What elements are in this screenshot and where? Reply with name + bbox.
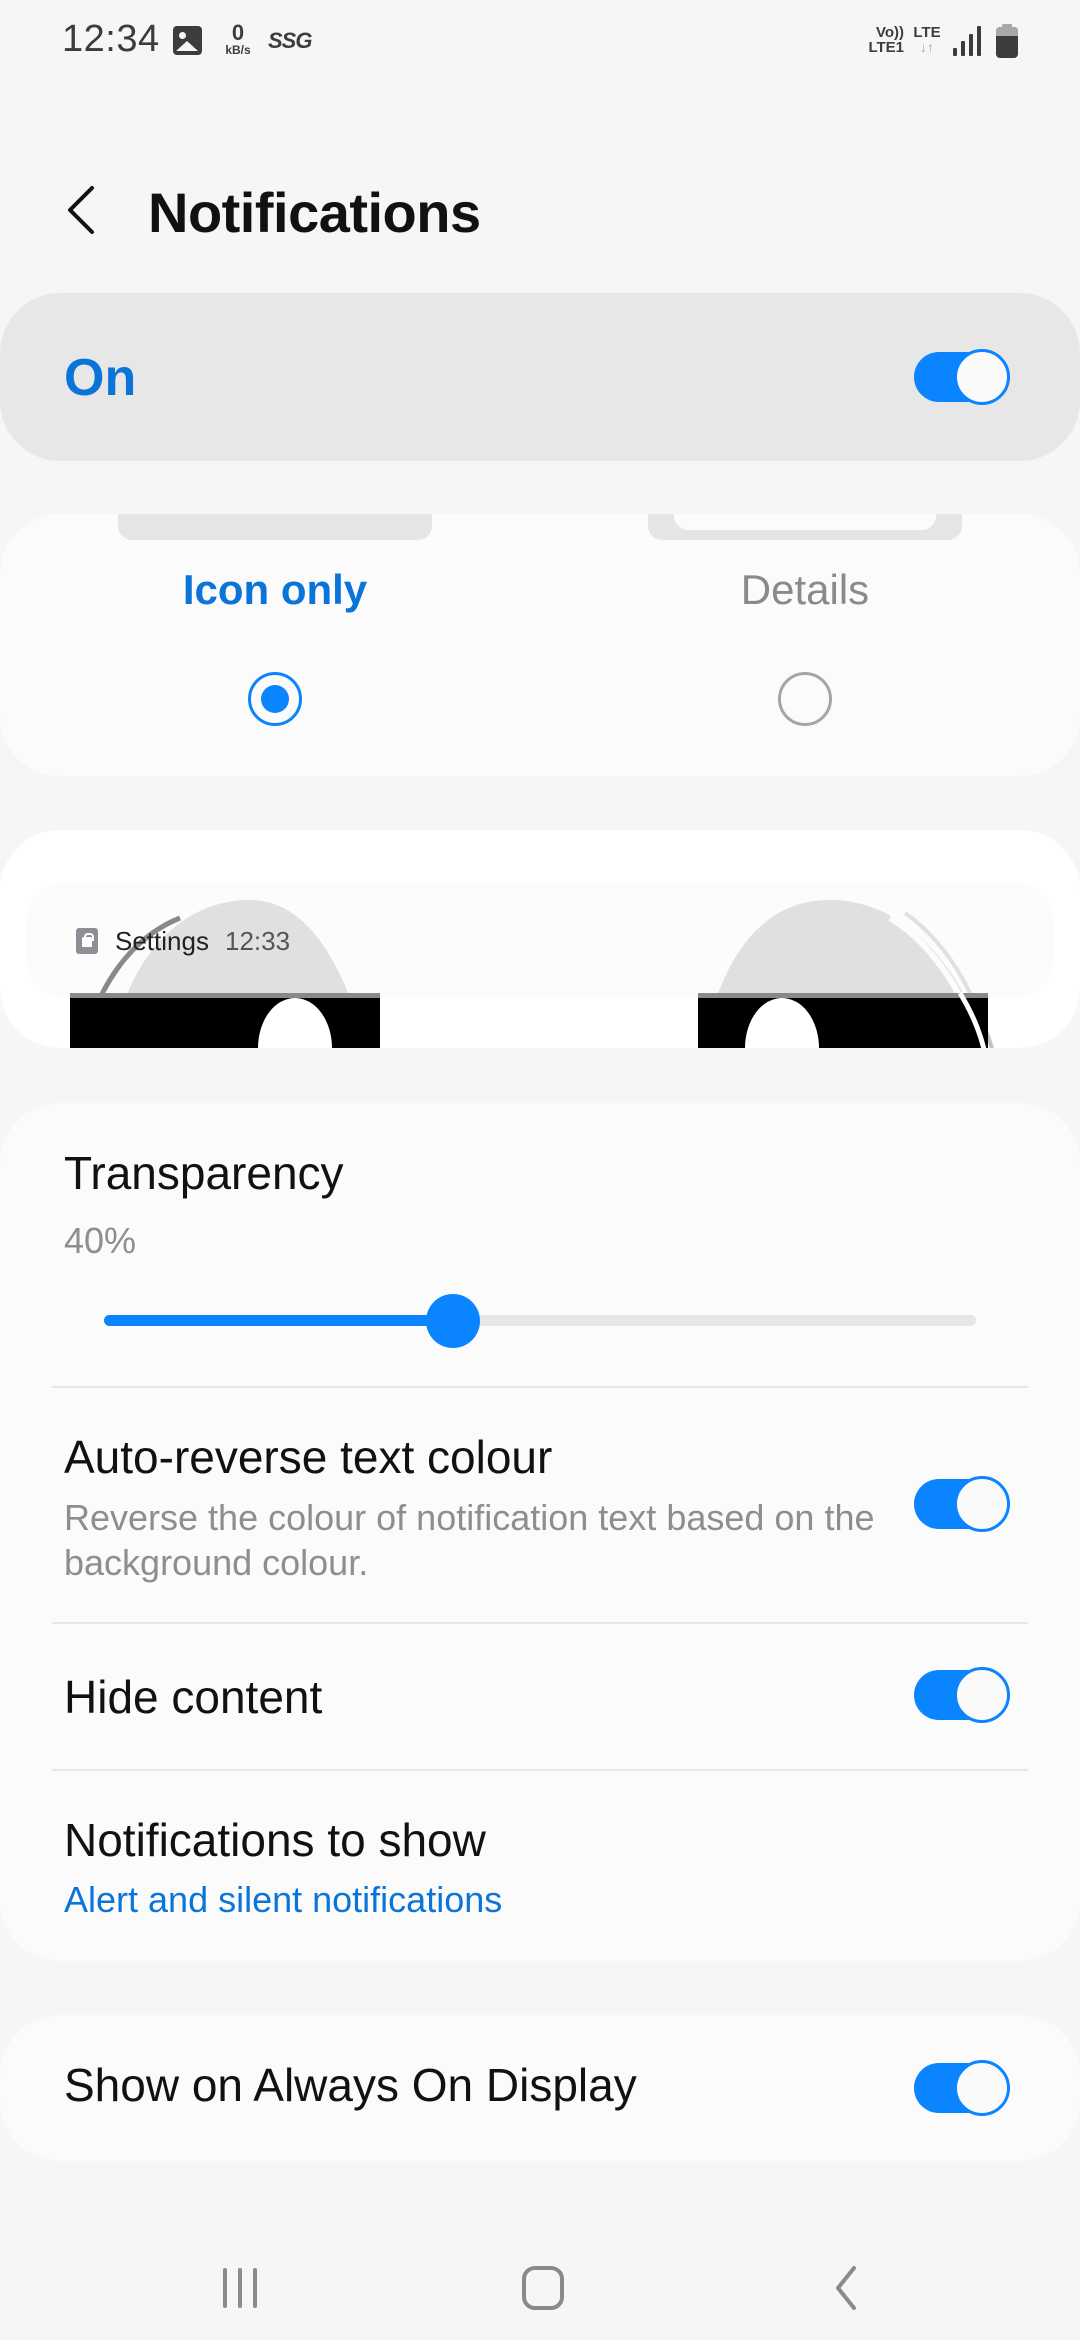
icon-only-preview-thumbnail[interactable] [118,514,432,540]
hide-content-toggle[interactable] [912,1667,1010,1723]
notification-style-card: Icon only Details [0,514,1080,776]
data-activity-arrows: ↓↑ [920,39,934,55]
notifications-to-show-value: Alert and silent notifications [64,1879,503,1920]
signal-icon [953,26,983,56]
volte-icon: Vo)) LTE1 [860,25,904,55]
divider [52,1769,1028,1771]
lock-screen-preview: Settings 12:33 [0,830,1080,1048]
auto-reverse-toggle[interactable] [912,1476,1010,1532]
option-icon-only-label[interactable]: Icon only [125,566,425,614]
page-title: Notifications [148,181,481,244]
back-nav-button[interactable] [806,2258,886,2318]
transparency-title: Transparency [64,1147,344,1199]
navigation-bar [0,2220,1080,2340]
lte-data-icon: LTE ↓↑ [910,25,944,55]
lock-icon [76,928,98,954]
details-preview-thumbnail[interactable] [648,514,962,540]
recents-button[interactable] [200,2258,280,2318]
radio-details[interactable] [778,672,832,726]
app-bar: Notifications [0,150,1080,270]
recents-icon [223,2268,257,2308]
aod-toggle[interactable] [912,2060,1010,2116]
aod-row[interactable]: Show on Always On Display [0,2015,1080,2161]
volte-line2: LTE1 [868,39,904,56]
aod-title: Show on Always On Display [64,2059,637,2111]
back-icon [836,2266,856,2310]
transparency-slider[interactable] [104,1290,976,1350]
chevron-left-icon [68,186,94,234]
hide-content-title: Hide content [64,1671,323,1723]
network-speed-unit: kB/s [225,43,251,57]
divider [52,1386,1028,1388]
back-button[interactable] [58,180,108,240]
notifications-to-show-title: Notifications to show [64,1814,486,1866]
home-button[interactable] [503,2258,583,2318]
master-switch-toggle[interactable] [912,349,1010,405]
carrier-badge: SSG [268,28,312,53]
transparency-value: 40% [64,1220,137,1261]
option-details-label[interactable]: Details [655,566,955,614]
gallery-icon [173,26,202,55]
notification-app-name: Settings [115,926,209,956]
network-speed-value: 0 [231,20,245,45]
divider [52,1622,1028,1624]
battery-icon [996,24,1018,58]
network-speed: 0 kB/s [220,20,256,57]
status-bar: 12:34 0 kB/s SSG Vo)) LTE1 LTE ↓↑ [0,0,1080,80]
home-icon [522,2266,564,2310]
master-switch-row[interactable]: On [0,293,1080,461]
status-time: 12:34 [62,18,160,60]
auto-reverse-title: Auto-reverse text colour [64,1431,553,1483]
slider-thumb[interactable] [425,1294,480,1348]
master-switch-label: On [64,349,137,407]
radio-icon-only[interactable] [248,672,302,726]
notification-time: 12:33 [225,926,291,956]
auto-reverse-subtitle: Reverse the colour of notification text … [64,1497,875,1583]
slider-fill [104,1315,453,1326]
